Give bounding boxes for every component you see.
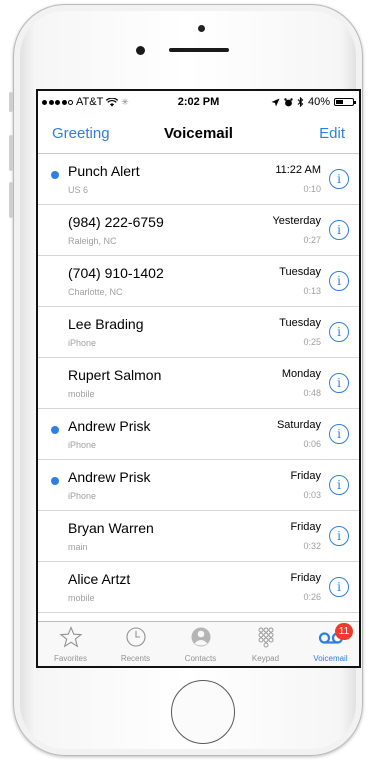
info-icon[interactable]: i [329, 424, 349, 444]
page-title: Voicemail [164, 125, 233, 142]
voicemail-date: Monday [281, 368, 321, 380]
screen: AT&T ✳ 2:02 PM 40% Greeting Voicemail Ed… [36, 89, 361, 668]
caller-subtitle: iPhone [68, 338, 97, 348]
voicemail-date: Friday [290, 521, 321, 533]
location-arrow-icon [271, 98, 280, 106]
voicemail-row[interactable]: Punch Alert US 6 11:22 AM 0:10 i [38, 154, 359, 205]
voicemail-row[interactable]: Andrew Prisk iPhone Saturday 0:06 i [38, 409, 359, 460]
caller-subtitle: mobile [68, 389, 95, 399]
caller-name: Alice Artzt [68, 571, 131, 587]
voicemail-date: Yesterday [272, 215, 321, 227]
voicemail-row[interactable]: Bryan Warren main Friday 0:32 i [38, 511, 359, 562]
edit-button[interactable]: Edit [319, 125, 345, 142]
tab-recents[interactable]: Recents [103, 622, 168, 666]
tab-keypad[interactable]: Keypad [233, 622, 298, 666]
voicemail-duration: 0:13 [303, 286, 321, 296]
caller-subtitle: main [68, 542, 88, 552]
info-icon[interactable]: i [329, 577, 349, 597]
voicemail-date: Saturday [276, 419, 321, 431]
volume-up-button [9, 135, 13, 171]
front-camera [198, 25, 205, 32]
voicemail-row[interactable]: (984) 222-6759 Raleigh, NC Yesterday 0:27 i [38, 205, 359, 256]
tab-keypad-label: Keypad [251, 654, 280, 663]
battery-icon [334, 98, 356, 106]
caller-subtitle: US 6 [68, 185, 89, 195]
tab-favorites-label: Favorites [54, 654, 87, 663]
info-icon[interactable]: i [329, 526, 349, 546]
caller-name: Bryan Warren [68, 520, 154, 536]
voicemail-duration: 0:25 [303, 337, 321, 347]
voicemail-duration: 0:10 [303, 184, 321, 194]
clock-icon [125, 627, 146, 647]
voicemail-list: Punch Alert US 6 11:22 AM 0:10 i (984) 222-67… [38, 154, 359, 664]
alarm-icon [284, 97, 293, 106]
caller-name: (984) 222-6759 [68, 214, 164, 230]
unread-indicator [51, 477, 59, 485]
voicemail-duration: 0:32 [303, 541, 321, 551]
caller-subtitle: iPhone [68, 440, 97, 450]
proximity-sensor [136, 46, 145, 55]
keypad-icon [258, 627, 273, 648]
volume-down-button [9, 182, 13, 218]
voicemail-duration: 0:48 [303, 388, 321, 398]
tab-contacts[interactable]: Contacts [168, 622, 233, 666]
caller-name: Punch Alert [68, 163, 140, 179]
earpiece-speaker [169, 48, 229, 52]
info-icon[interactable]: i [329, 322, 349, 342]
voicemail-duration: 0:26 [303, 592, 321, 602]
voicemail-date: Friday [290, 470, 321, 482]
battery-percent: 40% [307, 96, 330, 108]
tab-voicemail[interactable]: 11 Voicemail [298, 622, 359, 666]
bluetooth-icon [297, 97, 304, 107]
navigation-bar: Greeting Voicemail Edit [38, 113, 359, 154]
voicemail-row[interactable]: (704) 910-1402 Charlotte, NC Tuesday 0:13 i [38, 256, 359, 307]
mute-switch [9, 92, 13, 112]
voicemail-unread-badge: 11 [335, 623, 353, 640]
voicemail-date: Tuesday [279, 317, 321, 329]
tab-bar: Favorites Recents Contacts Keypad 11 Voi… [38, 621, 359, 666]
caller-name: Rupert Salmon [68, 367, 162, 383]
voicemail-row[interactable]: Rupert Salmon mobile Monday 0:48 i [38, 358, 359, 409]
home-button[interactable] [171, 680, 235, 744]
voicemail-date: Tuesday [279, 266, 321, 278]
caller-subtitle: Charlotte, NC [68, 287, 123, 297]
info-icon[interactable]: i [329, 271, 349, 291]
tab-favorites[interactable]: Favorites [38, 622, 103, 666]
info-icon[interactable]: i [329, 373, 349, 393]
status-bar: AT&T ✳ 2:02 PM 40% [38, 91, 359, 113]
voicemail-duration: 0:03 [303, 490, 321, 500]
tab-recents-label: Recents [120, 654, 151, 663]
caller-name: Andrew Prisk [68, 469, 151, 485]
voicemail-duration: 0:27 [303, 235, 321, 245]
tab-voicemail-label: Voicemail [313, 654, 348, 663]
person-icon [191, 627, 210, 647]
info-icon[interactable]: i [329, 475, 349, 495]
info-icon[interactable]: i [329, 169, 349, 189]
tab-contacts-label: Contacts [184, 654, 217, 663]
unread-indicator [51, 426, 59, 434]
voicemail-date: 11:22 AM [275, 164, 321, 176]
status-right: 40% [271, 96, 356, 108]
caller-name: Lee Brading [68, 316, 144, 332]
caller-subtitle: mobile [68, 593, 95, 603]
voicemail-date: Friday [290, 572, 321, 584]
info-icon[interactable]: i [329, 220, 349, 240]
star-icon [59, 626, 82, 648]
voicemail-row[interactable]: Alice Artzt mobile Friday 0:26 i [38, 562, 359, 613]
voicemail-duration: 0:06 [303, 439, 321, 449]
caller-name: Andrew Prisk [68, 418, 151, 434]
voicemail-row[interactable]: Andrew Prisk iPhone Friday 0:03 i [38, 460, 359, 511]
voicemail-row[interactable]: Lee Brading iPhone Tuesday 0:25 i [38, 307, 359, 358]
caller-subtitle: iPhone [68, 491, 97, 501]
unread-indicator [51, 171, 59, 179]
caller-name: (704) 910-1402 [68, 265, 164, 281]
caller-subtitle: Raleigh, NC [68, 236, 117, 246]
